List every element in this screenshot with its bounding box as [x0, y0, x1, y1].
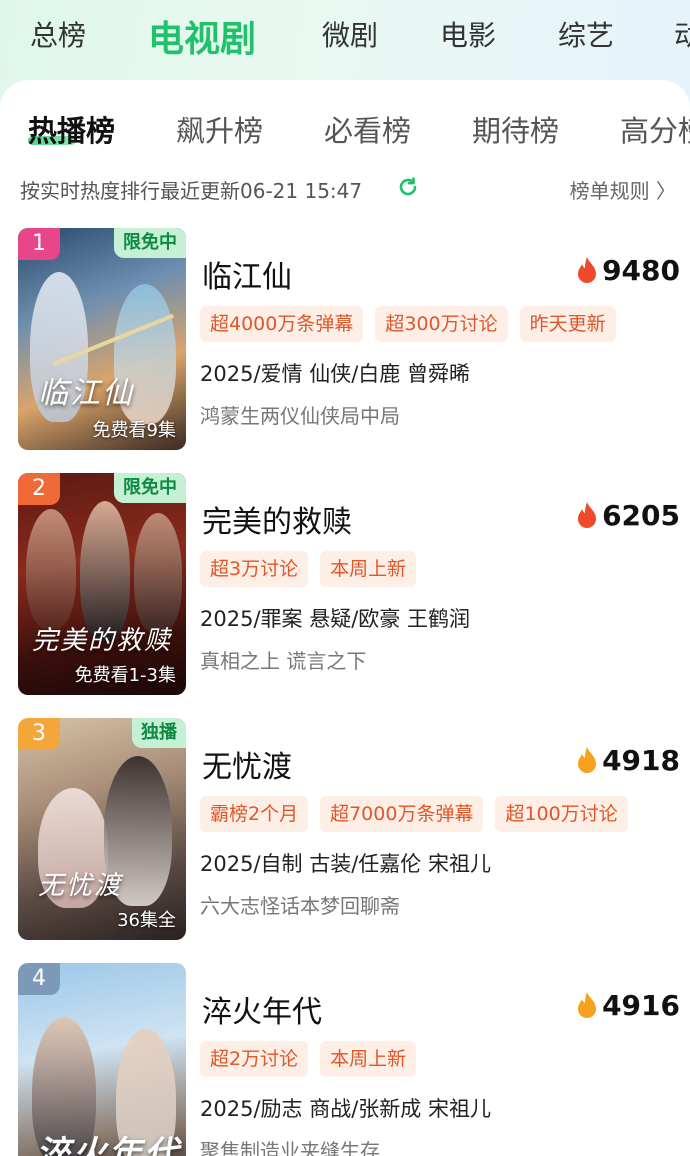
tag: 超100万讨论 — [495, 796, 628, 832]
tab-movie[interactable]: 电影 — [440, 14, 496, 54]
show-meta: 2025/励志 商战/张新成 宋祖儿 — [200, 1097, 491, 1121]
show-card-2[interactable]: 2 限免中 完美的救赎 免费看1-3集 完美的救赎 6205 超3万讨论 本周上新… — [0, 473, 690, 703]
free-tag: 限免中 — [114, 473, 186, 503]
heat-score: 9480 — [602, 254, 680, 287]
poster-2[interactable]: 2 限免中 完美的救赎 免费看1-3集 — [18, 473, 186, 695]
show-title[interactable]: 临江仙 — [202, 252, 292, 296]
show-slogan: 聚焦制造业夹缝生存 — [200, 1139, 380, 1156]
update-time-text: 按实时热度排行最近更新06-21 15:47 — [20, 179, 363, 203]
tag-list: 超2万讨论 本周上新 — [200, 1041, 428, 1077]
heat-score: 6205 — [602, 499, 680, 532]
poster-3[interactable]: 3 独播 无忧渡 36集全 — [18, 718, 186, 940]
show-title[interactable]: 淬火年代 — [202, 987, 322, 1031]
show-slogan: 六大志怪话本梦回聊斋 — [200, 894, 400, 918]
tab-micro-drama[interactable]: 微剧 — [322, 14, 378, 54]
tag: 本周上新 — [320, 1041, 417, 1077]
tag-list: 超4000万条弹幕 超300万讨论 昨天更新 — [200, 306, 628, 342]
tag: 超4000万条弹幕 — [200, 306, 364, 342]
flame-icon — [578, 747, 596, 773]
tag: 超3万讨论 — [200, 551, 309, 587]
tab-anime[interactable]: 动 — [674, 14, 690, 54]
ranking-rules-link[interactable]: 榜单规则 〉 — [570, 175, 676, 204]
show-card-4[interactable]: 4 淬火年代 淬火年代 4916 超2万讨论 本周上新 2025/励志 商战/张新… — [0, 963, 690, 1156]
tag: 超300万讨论 — [375, 306, 508, 342]
tag: 昨天更新 — [519, 306, 616, 342]
rank-badge: 3 — [18, 718, 60, 750]
poster-title: 无忧渡 — [38, 871, 123, 901]
tag: 超7000万条弹幕 — [320, 796, 484, 832]
rank-badge: 1 — [18, 228, 60, 260]
show-meta: 2025/罪案 悬疑/欧豪 王鹤润 — [200, 607, 470, 631]
show-slogan: 鸿蒙生两仪仙侠局中局 — [200, 404, 400, 428]
tag: 霸榜2个月 — [200, 796, 309, 832]
poster-title: 淬火年代 — [36, 1134, 180, 1156]
subtab-must-watch[interactable]: 必看榜 — [324, 108, 411, 150]
show-slogan: 真相之上 谎言之下 — [200, 649, 367, 673]
show-title[interactable]: 完美的救赎 — [202, 497, 352, 541]
poster-title: 临江仙 — [38, 376, 134, 411]
show-card-1[interactable]: 1 限免中 临江仙 免费看9集 临江仙 9480 超4000万条弹幕 超300万讨… — [0, 228, 690, 458]
poster-4[interactable]: 4 淬火年代 — [18, 963, 186, 1156]
free-tag: 独播 — [132, 718, 186, 748]
poster-1[interactable]: 1 限免中 临江仙 免费看9集 — [18, 228, 186, 450]
tab-variety[interactable]: 综艺 — [558, 14, 614, 54]
show-meta: 2025/爱情 仙侠/白鹿 曾舜晞 — [200, 362, 470, 386]
tab-overall[interactable]: 总榜 — [30, 14, 86, 54]
heat-score: 4916 — [602, 989, 680, 1022]
tag: 本周上新 — [320, 551, 417, 587]
show-card-3[interactable]: 3 独播 无忧渡 36集全 无忧渡 4918 霸榜2个月 超7000万条弹幕 超10… — [0, 718, 690, 948]
heat-score: 4918 — [602, 744, 680, 777]
episode-note: 免费看9集 — [92, 420, 176, 441]
refresh-icon[interactable] — [396, 175, 420, 199]
tag-list: 超3万讨论 本周上新 — [200, 551, 428, 587]
show-title[interactable]: 无忧渡 — [202, 742, 292, 786]
show-meta: 2025/自制 古装/任嘉伦 宋祖儿 — [200, 852, 491, 876]
rank-badge: 4 — [18, 963, 60, 995]
poster-title: 完美的救赎 — [32, 626, 173, 656]
subtab-hot[interactable]: 热播榜 — [28, 108, 115, 150]
episode-note: 免费看1-3集 — [74, 665, 176, 686]
subtab-rising[interactable]: 飙升榜 — [176, 108, 263, 150]
free-tag: 限免中 — [114, 228, 186, 258]
subtab-top-rated[interactable]: 高分榜 — [620, 108, 690, 150]
tab-tv-series[interactable]: 电视剧 — [148, 10, 256, 62]
rank-badge: 2 — [18, 473, 60, 505]
flame-icon — [578, 502, 596, 528]
episode-note: 36集全 — [117, 910, 176, 931]
flame-icon — [578, 992, 596, 1018]
tag-list: 霸榜2个月 超7000万条弹幕 超100万讨论 — [200, 796, 640, 832]
subtab-anticipated[interactable]: 期待榜 — [472, 108, 559, 150]
tag: 超2万讨论 — [200, 1041, 309, 1077]
flame-icon — [578, 257, 596, 283]
